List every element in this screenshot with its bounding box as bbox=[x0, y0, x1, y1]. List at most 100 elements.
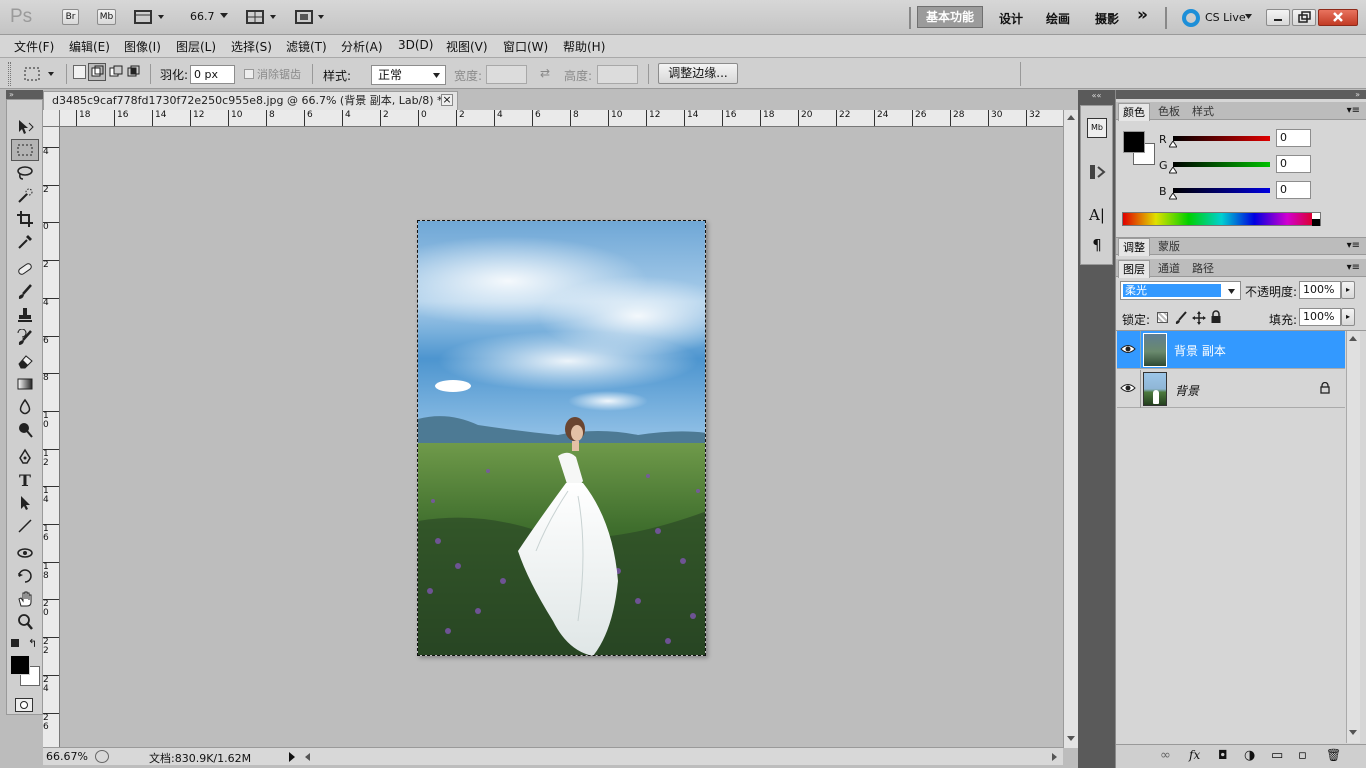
fill-input[interactable]: 100% bbox=[1299, 308, 1341, 326]
horizontal-ruler[interactable]: 18 16 14 12 10 8 6 4 2 0 2 4 6 8 10 12 14 16 18 20 22 24 26 28 3… bbox=[60, 110, 1063, 127]
vertical-scrollbar[interactable] bbox=[1063, 110, 1078, 748]
color-spectrum-ramp[interactable] bbox=[1122, 212, 1321, 226]
tab-styles[interactable]: 样式 bbox=[1188, 103, 1218, 121]
menu-window[interactable]: 窗口(W) bbox=[503, 38, 548, 55]
height-input[interactable] bbox=[597, 65, 638, 84]
scroll-right-icon[interactable] bbox=[1051, 752, 1059, 762]
tool-preset-picker[interactable] bbox=[20, 63, 60, 85]
move-tool-icon[interactable] bbox=[11, 116, 39, 138]
feather-input[interactable]: 0 px bbox=[190, 65, 235, 84]
opacity-input[interactable]: 100% bbox=[1299, 281, 1341, 299]
paragraph-panel-icon[interactable]: ¶ bbox=[1087, 236, 1107, 256]
eyedropper-tool-icon[interactable] bbox=[11, 231, 39, 253]
menu-filter[interactable]: 滤镜(T) bbox=[286, 38, 327, 55]
layer-visibility-eye-icon[interactable] bbox=[1120, 343, 1136, 355]
menu-layer[interactable]: 图层(L) bbox=[176, 38, 216, 55]
scroll-down-icon[interactable] bbox=[1067, 735, 1076, 742]
cslive-dropdown-icon[interactable] bbox=[1245, 14, 1253, 20]
menu-view[interactable]: 视图(V) bbox=[446, 38, 488, 55]
dodge-tool-icon[interactable] bbox=[11, 419, 39, 441]
tab-masks[interactable]: 蒙版 bbox=[1154, 238, 1184, 256]
menu-select[interactable]: 选择(S) bbox=[231, 38, 272, 55]
swap-colors-icon[interactable]: ↰ bbox=[28, 637, 37, 650]
restore-button[interactable] bbox=[1292, 9, 1316, 26]
layers-scrollbar[interactable] bbox=[1346, 331, 1360, 743]
add-mask-icon[interactable]: ◘ bbox=[1218, 748, 1228, 762]
channel-b-slider[interactable] bbox=[1173, 188, 1270, 193]
screen-mode-dropdown[interactable] bbox=[295, 9, 329, 25]
channel-r-thumb-icon[interactable] bbox=[1169, 141, 1177, 148]
layer-style-icon[interactable]: fx bbox=[1189, 748, 1200, 762]
healing-brush-tool-icon[interactable] bbox=[11, 258, 39, 280]
layer-row[interactable]: 背景 副本 bbox=[1117, 331, 1345, 369]
delete-layer-icon[interactable]: 🗑 bbox=[1326, 748, 1341, 762]
vertical-ruler[interactable]: 4202468101214161820222426 bbox=[43, 127, 60, 747]
channel-g-input[interactable]: 0 bbox=[1276, 155, 1311, 173]
fill-slider-icon[interactable]: ▸ bbox=[1341, 308, 1355, 326]
view-extras-dropdown[interactable] bbox=[134, 9, 166, 25]
adjustments-panel-menu-icon[interactable]: ▾≡ bbox=[1347, 240, 1360, 251]
menu-3d[interactable]: 3D(D) bbox=[398, 38, 433, 52]
new-selection-icon[interactable] bbox=[73, 65, 86, 79]
minibridge-panel-icon[interactable]: Mb bbox=[1087, 118, 1107, 138]
arrange-documents-dropdown[interactable] bbox=[246, 9, 280, 25]
ruler-origin[interactable] bbox=[43, 110, 60, 127]
launch-bridge-button[interactable]: Br bbox=[62, 9, 79, 25]
3d-rotate-tool-icon[interactable] bbox=[11, 542, 39, 564]
dock-collapse-icon[interactable]: «« bbox=[1080, 92, 1113, 100]
quick-selection-tool-icon[interactable] bbox=[11, 185, 39, 207]
line-tool-icon[interactable] bbox=[11, 515, 39, 537]
new-group-icon[interactable]: ▭ bbox=[1271, 748, 1283, 763]
new-layer-icon[interactable]: ▫ bbox=[1298, 748, 1307, 763]
quick-mask-icon[interactable] bbox=[15, 698, 33, 712]
menu-file[interactable]: 文件(F) bbox=[14, 38, 54, 55]
zoom-level[interactable]: 66.7 bbox=[190, 10, 215, 23]
lasso-tool-icon[interactable] bbox=[11, 162, 39, 184]
workspace-painting[interactable]: 绘画 bbox=[1046, 10, 1070, 27]
crop-tool-icon[interactable] bbox=[11, 208, 39, 230]
toolbox-header[interactable]: » bbox=[6, 90, 43, 99]
lock-all-icon[interactable] bbox=[1210, 310, 1222, 324]
menu-edit[interactable]: 编辑(E) bbox=[69, 38, 110, 55]
workspace-photography[interactable]: 摄影 bbox=[1095, 10, 1119, 27]
channel-b-thumb-icon[interactable] bbox=[1169, 193, 1177, 200]
layer-row[interactable]: 背景 bbox=[1117, 370, 1345, 408]
eraser-tool-icon[interactable] bbox=[11, 350, 39, 372]
color-panel-fg-swatch[interactable] bbox=[1123, 131, 1145, 153]
scroll-up-icon[interactable] bbox=[1067, 114, 1076, 121]
menu-analysis[interactable]: 分析(A) bbox=[341, 38, 383, 55]
menu-image[interactable]: 图像(I) bbox=[124, 38, 161, 55]
lock-image-icon[interactable] bbox=[1174, 311, 1188, 325]
pen-tool-icon[interactable] bbox=[11, 446, 39, 468]
scroll-left-icon[interactable] bbox=[303, 752, 311, 762]
add-to-selection-icon[interactable] bbox=[88, 63, 106, 81]
tab-adjustments[interactable]: 调整 bbox=[1118, 238, 1150, 256]
layers-scroll-up-icon[interactable] bbox=[1349, 335, 1358, 342]
lock-transparency-icon[interactable] bbox=[1157, 312, 1168, 323]
workspace-design[interactable]: 设计 bbox=[999, 10, 1023, 27]
hand-tool-icon[interactable] bbox=[11, 588, 39, 610]
channel-b-input[interactable]: 0 bbox=[1276, 181, 1311, 199]
path-selection-tool-icon[interactable] bbox=[11, 492, 39, 514]
close-button[interactable] bbox=[1318, 9, 1358, 26]
tab-paths[interactable]: 路径 bbox=[1188, 260, 1218, 278]
foreground-color-swatch[interactable] bbox=[10, 655, 30, 675]
antialias-checkbox[interactable] bbox=[244, 69, 254, 79]
zoom-tool-icon[interactable] bbox=[11, 611, 39, 633]
layer-visibility-eye-icon[interactable] bbox=[1120, 382, 1136, 394]
intersect-selection-icon[interactable] bbox=[126, 64, 142, 80]
layer-name[interactable]: 背景 副本 bbox=[1174, 342, 1226, 359]
width-input[interactable] bbox=[486, 65, 527, 84]
opacity-slider-icon[interactable]: ▸ bbox=[1341, 281, 1355, 299]
tab-color[interactable]: 颜色 bbox=[1118, 103, 1150, 121]
panel-collapse-icon[interactable]: » bbox=[1116, 90, 1366, 99]
layer-name[interactable]: 背景 bbox=[1175, 382, 1199, 399]
more-workspaces-button[interactable]: » bbox=[1137, 5, 1148, 25]
3d-orbit-tool-icon[interactable] bbox=[11, 565, 39, 587]
close-document-icon[interactable]: × bbox=[441, 94, 453, 106]
layers-panel-menu-icon[interactable]: ▾≡ bbox=[1347, 262, 1360, 273]
document-tab[interactable]: d3485c9caf778fd1730f72e250c955e8.jpg @ 6… bbox=[43, 91, 458, 110]
history-brush-tool-icon[interactable] bbox=[11, 327, 39, 349]
zoom-dropdown-icon[interactable] bbox=[220, 13, 229, 19]
menu-help[interactable]: 帮助(H) bbox=[563, 38, 605, 55]
